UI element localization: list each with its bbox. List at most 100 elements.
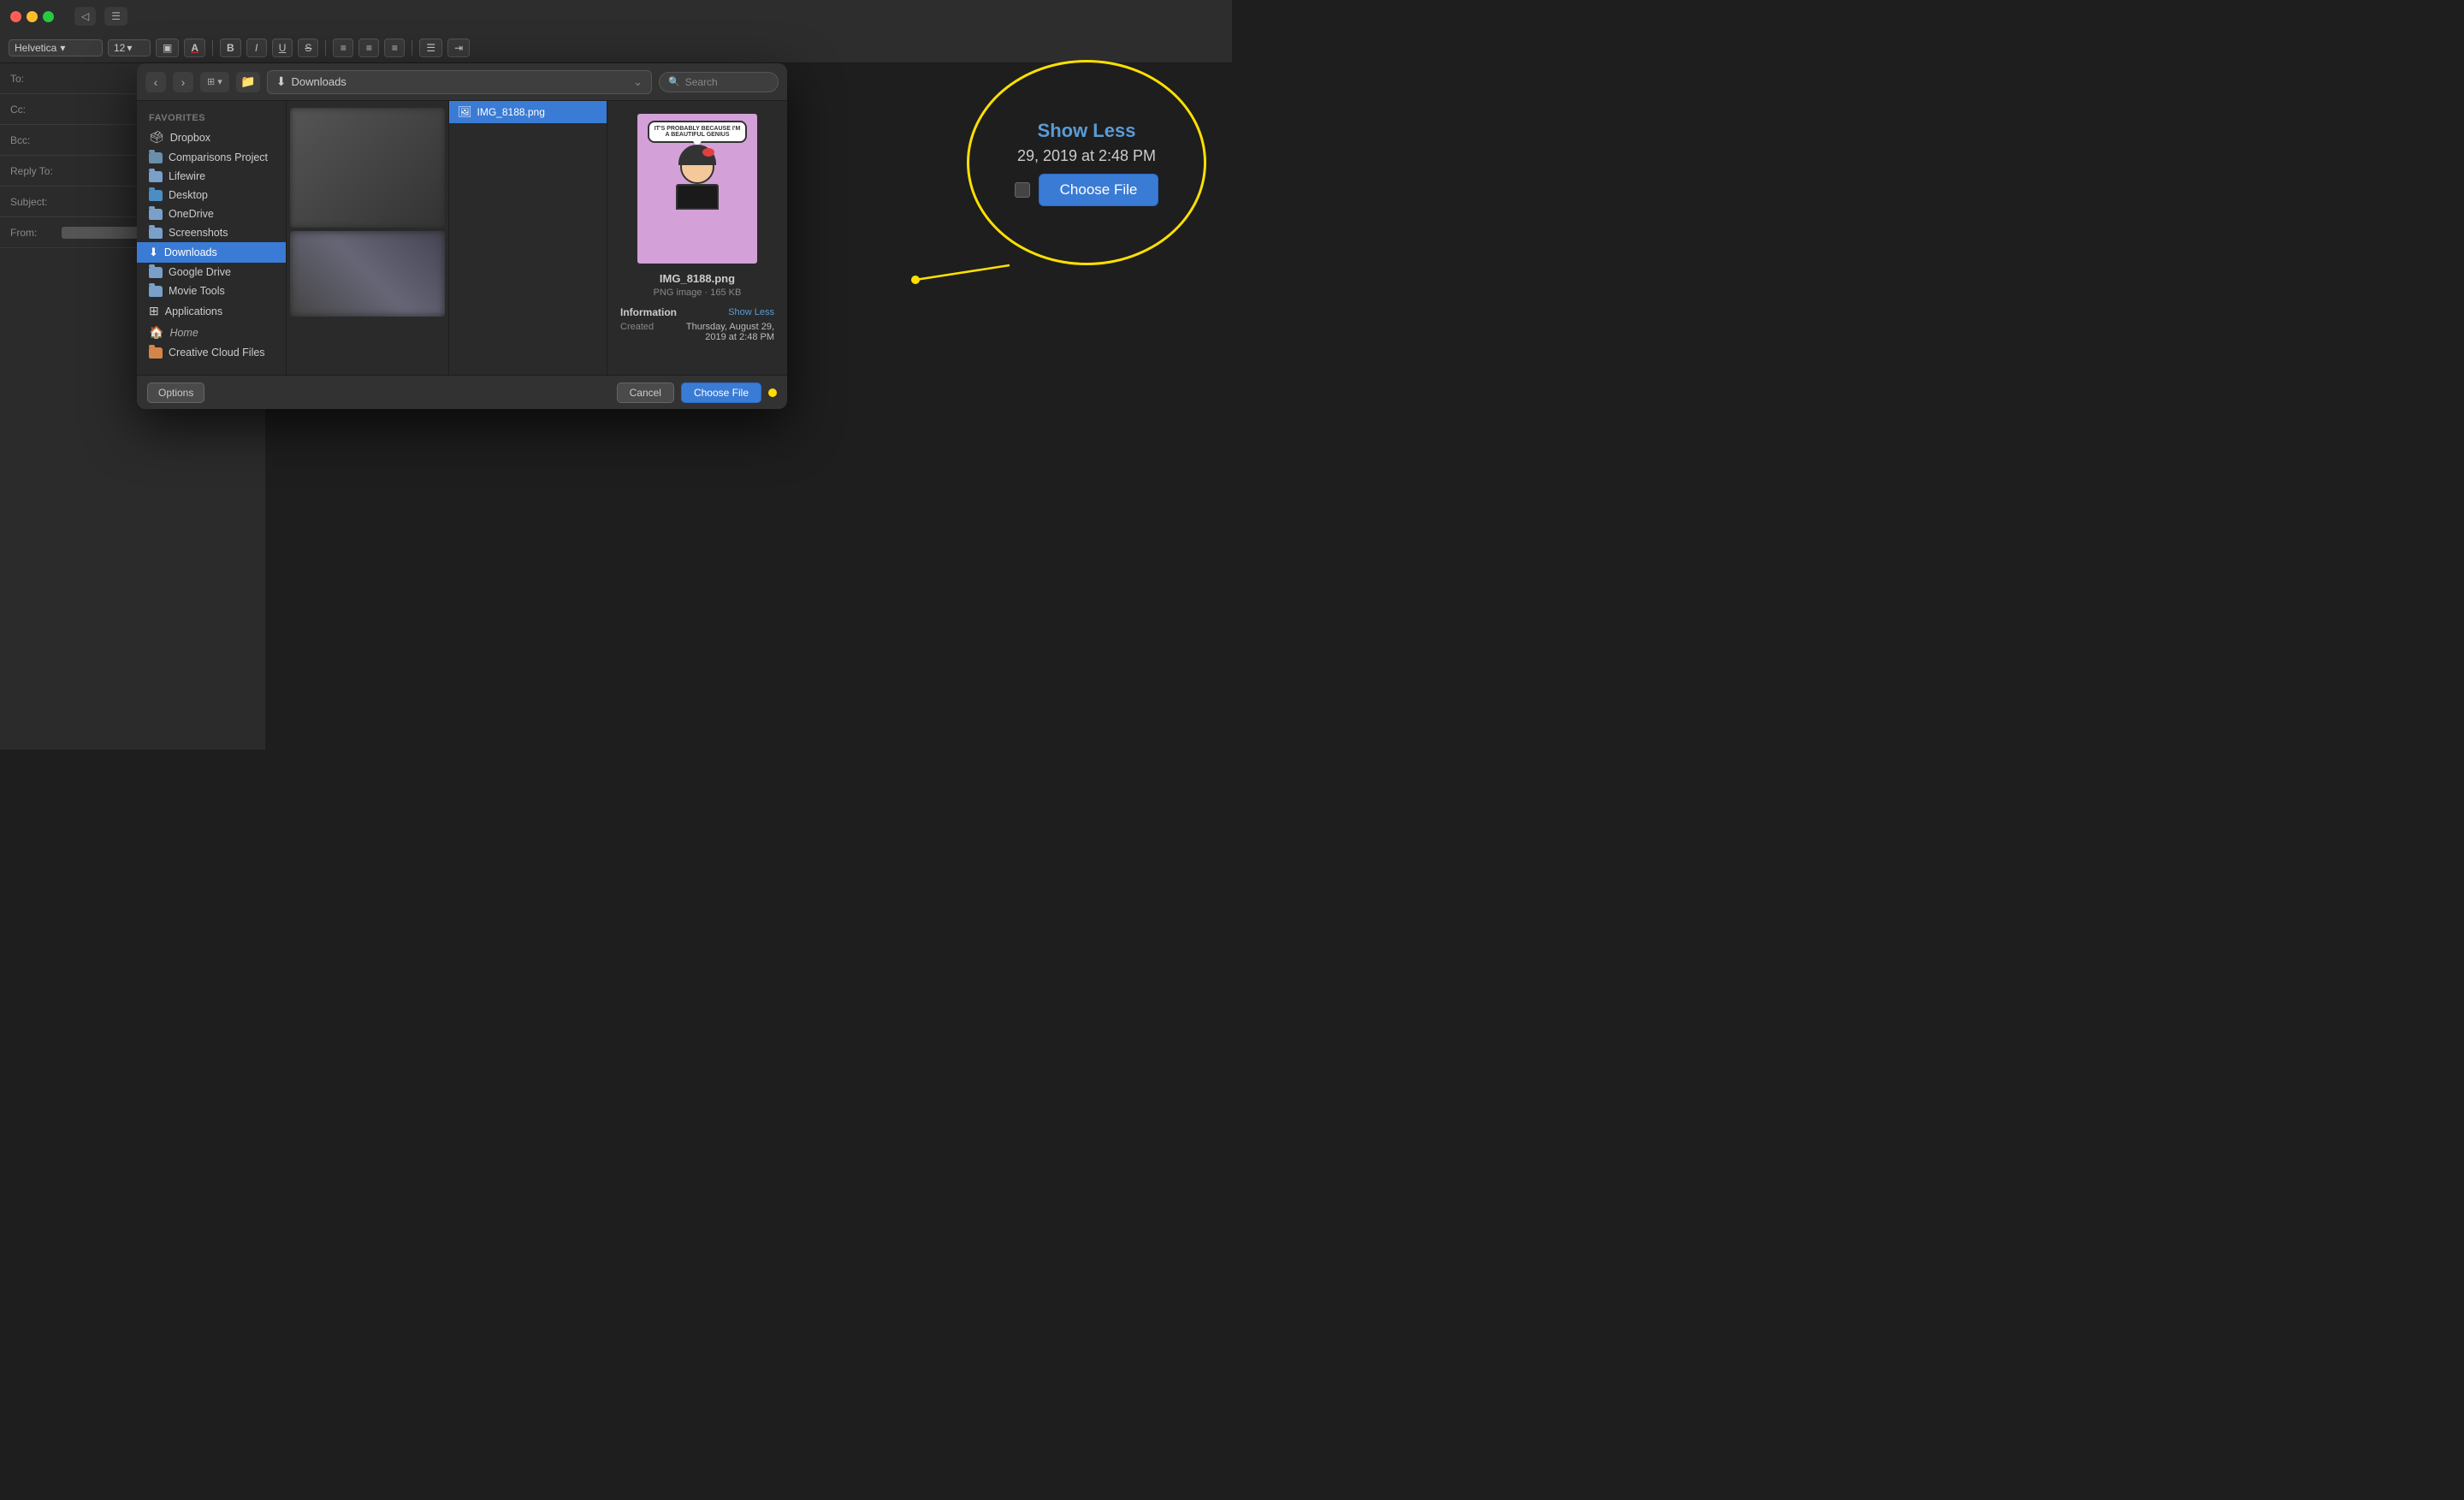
chevron-down-icon: ▾ bbox=[217, 76, 222, 87]
search-placeholder: Search bbox=[685, 76, 718, 88]
sidebar-section-label: Favorites bbox=[137, 110, 286, 127]
sidebar-item-dropbox[interactable]: 🗳 Dropbox bbox=[137, 127, 286, 148]
color-button[interactable]: ▣ bbox=[156, 39, 179, 57]
downloads-icon: ⬇ bbox=[276, 74, 287, 89]
bold-button[interactable]: B bbox=[220, 39, 241, 57]
home-icon: 🏠 bbox=[149, 325, 163, 340]
divider-1 bbox=[212, 40, 213, 56]
chevron-down-icon: ▾ bbox=[127, 42, 132, 54]
dialog-toolbar: ‹ › ⊞ ▾ 📁 ⬇ Downloads ⌄ 🔍 Search bbox=[137, 63, 787, 101]
traffic-lights bbox=[10, 11, 54, 22]
font-name: Helvetica bbox=[15, 42, 56, 54]
text-color-button[interactable]: A bbox=[184, 39, 205, 57]
file-name: IMG_8188.png bbox=[477, 106, 545, 118]
reply-to-label: Reply To: bbox=[10, 165, 62, 177]
sidebar-item-label: OneDrive bbox=[169, 208, 214, 220]
sidebar-item-label: Creative Cloud Files bbox=[169, 347, 265, 359]
sidebar-item-downloads[interactable]: ⬇ Downloads bbox=[137, 242, 286, 263]
location-chevron-icon: ⌄ bbox=[633, 75, 643, 89]
sidebar-item-label: Google Drive bbox=[169, 266, 231, 278]
dialog-back-button[interactable]: ‹ bbox=[145, 72, 166, 92]
folder-icon bbox=[149, 209, 163, 220]
info-label: Information bbox=[620, 306, 677, 318]
sidebar-item-desktop[interactable]: Desktop bbox=[137, 186, 286, 205]
dialog-view-button[interactable]: ⊞ ▾ bbox=[200, 72, 229, 92]
back-icon-button[interactable]: ◁ bbox=[74, 7, 96, 26]
sidebar-item-googledrive[interactable]: Google Drive bbox=[137, 263, 286, 282]
callout-checkbox[interactable] bbox=[1015, 182, 1030, 198]
file-icon: 🖼 bbox=[458, 105, 472, 119]
thumbnail-item-2[interactable] bbox=[290, 231, 445, 317]
align-center-button[interactable]: ≡ bbox=[358, 39, 379, 57]
list-icon-button[interactable]: ☰ bbox=[104, 7, 127, 26]
sidebar-item-movietools[interactable]: Movie Tools bbox=[137, 282, 286, 300]
sidebar-item-creative[interactable]: Creative Cloud Files bbox=[137, 343, 286, 362]
info-row-created: Created Thursday, August 29, 2019 at 2:4… bbox=[620, 322, 774, 342]
thumbnail-blur-2 bbox=[290, 231, 445, 317]
italic-button[interactable]: I bbox=[246, 39, 267, 57]
applications-icon: ⊞ bbox=[149, 304, 159, 318]
close-button[interactable] bbox=[10, 11, 21, 22]
location-text: Downloads bbox=[291, 75, 346, 88]
formatting-toolbar: Helvetica ▾ 12 ▾ ▣ A B I U S ≡ ≡ ≡ ☰ ⇥ bbox=[0, 33, 1232, 63]
underline-button[interactable]: U bbox=[272, 39, 293, 57]
minimize-button[interactable] bbox=[27, 11, 38, 22]
location-bar[interactable]: ⬇ Downloads ⌄ bbox=[267, 70, 652, 94]
sidebar: Favorites 🗳 Dropbox Comparisons Project … bbox=[137, 101, 287, 375]
subject-label: Subject: bbox=[10, 196, 62, 208]
folder-icon bbox=[149, 190, 163, 201]
show-less-button[interactable]: Show Less bbox=[728, 307, 774, 317]
sidebar-item-label: Applications bbox=[165, 305, 222, 317]
sidebar-item-label: Comparisons Project bbox=[169, 151, 268, 163]
choose-file-button[interactable]: Choose File bbox=[681, 382, 761, 403]
comic-illustration: IT'S PROBABLY BECAUSE I'M A BEAUTIFUL GE… bbox=[637, 114, 757, 264]
to-label: To: bbox=[10, 73, 62, 85]
speech-text: IT'S PROBABLY BECAUSE I'M A BEAUTIFUL GE… bbox=[654, 126, 741, 138]
dialog-folder-button[interactable]: 📁 bbox=[236, 72, 260, 92]
character-shirt bbox=[676, 184, 719, 210]
sidebar-item-label: Home bbox=[169, 327, 198, 339]
downloads-icon: ⬇ bbox=[149, 246, 158, 259]
cancel-button[interactable]: Cancel bbox=[617, 382, 674, 403]
dialog-forward-button[interactable]: › bbox=[173, 72, 193, 92]
info-created-value: Thursday, August 29, 2019 at 2:48 PM bbox=[674, 322, 774, 342]
file-list-area: 🖼 IMG_8188.png IT'S PROBABLY BECAUSE I'M… bbox=[287, 101, 787, 375]
sidebar-item-label: Downloads bbox=[164, 246, 217, 258]
arrow-svg bbox=[770, 34, 1232, 299]
thumbnail-item-1[interactable] bbox=[290, 108, 445, 228]
sidebar-item-screenshots[interactable]: Screenshots bbox=[137, 223, 286, 242]
callout-circle: Show Less 29, 2019 at 2:48 PM Choose Fil… bbox=[967, 60, 1206, 265]
options-button[interactable]: Options bbox=[147, 382, 204, 403]
sidebar-item-label: Movie Tools bbox=[169, 285, 225, 297]
maximize-button[interactable] bbox=[43, 11, 54, 22]
callout-show-less-label[interactable]: Show Less bbox=[1038, 120, 1136, 142]
sidebar-item-label: Lifewire bbox=[169, 170, 205, 182]
callout-overlay: Show Less 29, 2019 at 2:48 PM Choose Fil… bbox=[770, 34, 1232, 299]
speech-bubble: IT'S PROBABLY BECAUSE I'M A BEAUTIFUL GE… bbox=[648, 121, 746, 143]
sidebar-item-onedrive[interactable]: OneDrive bbox=[137, 205, 286, 223]
preview-area: IT'S PROBABLY BECAUSE I'M A BEAUTIFUL GE… bbox=[607, 101, 787, 375]
file-item-img8188[interactable]: 🖼 IMG_8188.png bbox=[449, 101, 607, 123]
font-selector[interactable]: Helvetica ▾ bbox=[9, 39, 103, 56]
search-bar[interactable]: 🔍 Search bbox=[659, 72, 779, 92]
folder-icon bbox=[149, 171, 163, 182]
align-right-button[interactable]: ≡ bbox=[384, 39, 405, 57]
align-left-button[interactable]: ≡ bbox=[333, 39, 353, 57]
callout-date-text: 29, 2019 at 2:48 PM bbox=[1017, 147, 1156, 165]
indent-button[interactable]: ⇥ bbox=[447, 39, 470, 57]
preview-filename: IMG_8188.png bbox=[660, 272, 735, 285]
titlebar: ◁ ☰ bbox=[0, 0, 1232, 33]
dialog-footer: Options Cancel Choose File bbox=[137, 375, 787, 409]
sidebar-item-comparisons[interactable]: Comparisons Project bbox=[137, 148, 286, 167]
sidebar-item-lifewire[interactable]: Lifewire bbox=[137, 167, 286, 186]
footer-right: Cancel Choose File bbox=[617, 382, 777, 403]
font-size-selector[interactable]: 12 ▾ bbox=[108, 39, 151, 56]
sidebar-item-home[interactable]: 🏠 Home bbox=[137, 322, 286, 343]
callout-choose-file-button[interactable]: Choose File bbox=[1039, 174, 1159, 206]
font-size-value: 12 bbox=[114, 42, 125, 54]
callout-checkbox-row: Choose File bbox=[1015, 174, 1159, 206]
strikethrough-button[interactable]: S bbox=[298, 39, 318, 57]
list-button[interactable]: ☰ bbox=[419, 39, 442, 57]
cc-label: Cc: bbox=[10, 104, 62, 116]
sidebar-item-applications[interactable]: ⊞ Applications bbox=[137, 300, 286, 322]
